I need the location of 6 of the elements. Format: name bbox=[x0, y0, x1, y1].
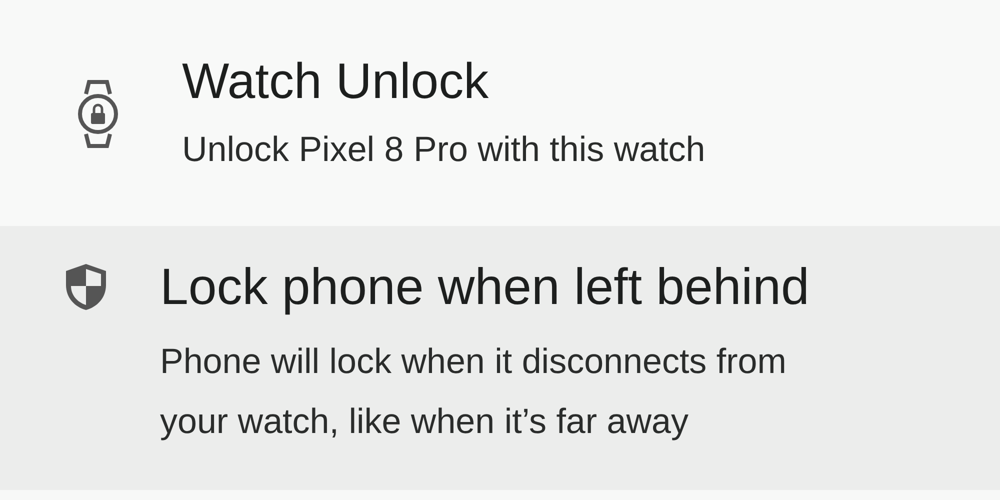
setting-summary: Phone will lock when it disconnects from your watch, like when it’s far away bbox=[160, 341, 788, 443]
setting-title: Lock phone when left behind bbox=[160, 257, 810, 317]
setting-title: Watch Unlock bbox=[182, 52, 490, 111]
settings-row[interactable]: Lock phone when left behind Phone will lock when it disconnects from your watch, like when it’s far away bbox=[0, 226, 1000, 490]
setting-summary: Unlock Pixel 8 Pro with this watch bbox=[182, 129, 706, 171]
watch-lock-icon bbox=[76, 80, 120, 148]
